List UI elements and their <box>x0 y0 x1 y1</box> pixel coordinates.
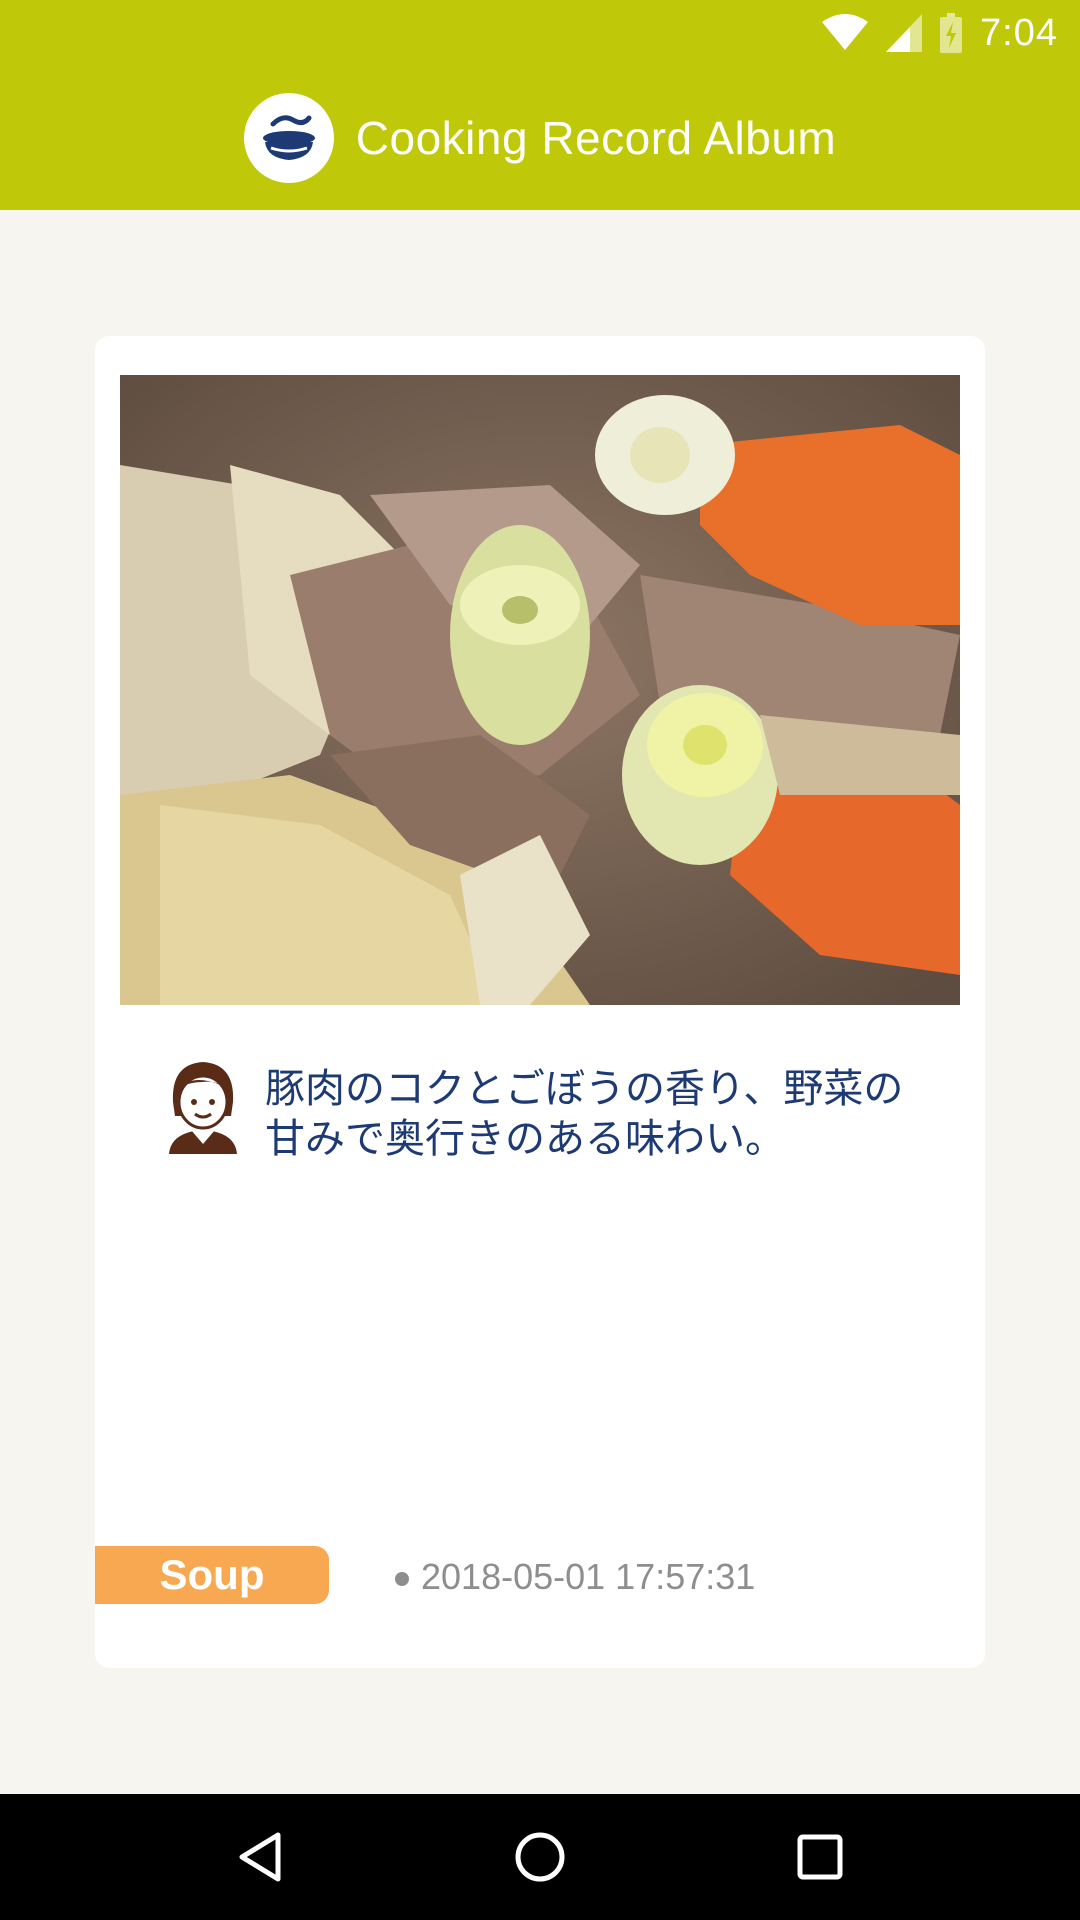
status-icons: 7:04 <box>822 8 1058 58</box>
record-timestamp: 2018-05-01 17:57:31 <box>421 1556 756 1597</box>
user-avatar-icon <box>169 1062 237 1154</box>
record-date: 2018-05-01 17:57:31 <box>395 1554 755 1600</box>
battery-charging-icon <box>940 13 963 53</box>
food-photo[interactable] <box>120 375 960 1005</box>
status-bar: 7:04 <box>0 0 1080 66</box>
navigation-bar <box>0 1794 1080 1920</box>
home-icon[interactable] <box>500 1817 580 1897</box>
bullet-dot-icon <box>395 1572 409 1586</box>
cell-signal-icon <box>886 14 923 52</box>
app-bar: Cooking Record Album <box>0 66 1080 210</box>
record-card[interactable]: 豚肉のコクとごぼうの香り、野菜の甘みで奥行きのある味わい。 Soup 2018-… <box>95 336 985 1668</box>
recipe-comment: 豚肉のコクとごぼうの香り、野菜の甘みで奥行きのある味わい。 <box>265 1066 904 1162</box>
comment-row: 豚肉のコクとごぼうの香り、野菜の甘みで奥行きのある味わい。 <box>165 1058 925 1164</box>
category-badge[interactable]: Soup <box>95 1546 329 1604</box>
recents-icon[interactable] <box>780 1817 860 1897</box>
pot-logo-icon <box>243 93 334 183</box>
wifi-icon <box>822 14 869 50</box>
app-title: Cooking Record Album <box>355 112 837 164</box>
status-time: 7:04 <box>980 11 1058 54</box>
nikujaga-photo <box>120 375 960 1005</box>
back-icon[interactable] <box>220 1817 300 1897</box>
